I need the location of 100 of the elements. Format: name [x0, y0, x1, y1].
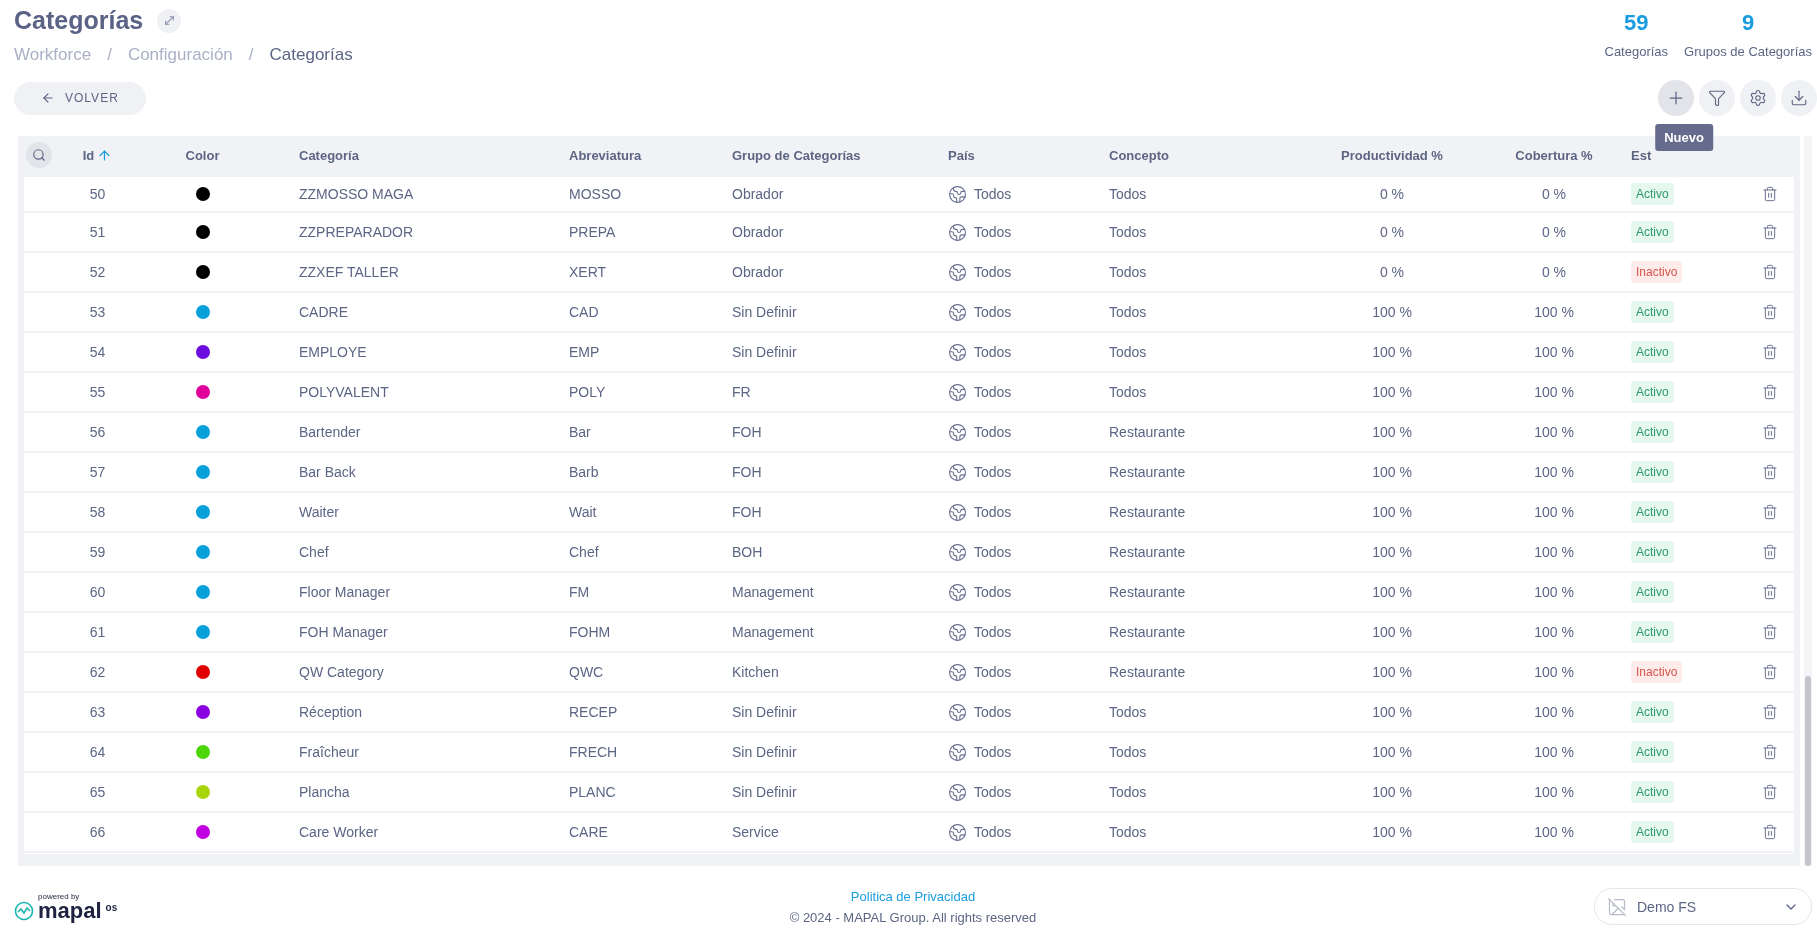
delete-button[interactable]: [1762, 544, 1778, 560]
table-cell: 100 %: [1534, 464, 1574, 480]
delete-button[interactable]: [1762, 744, 1778, 760]
column-header[interactable]: Abreviatura: [560, 147, 642, 163]
table-cell-text: Chef: [298, 544, 329, 560]
delete-button[interactable]: [1762, 504, 1778, 520]
delete-button[interactable]: [1762, 704, 1778, 720]
column-header[interactable]: Cobertura %: [1515, 147, 1593, 163]
table-cell-text: Todos: [1108, 744, 1147, 760]
table-cell-text: RECEP: [568, 704, 618, 720]
column-header[interactable]: Productividad %: [1341, 147, 1443, 163]
delete-button[interactable]: [1762, 584, 1778, 600]
table-cell: 100 %: [1372, 544, 1412, 560]
status-badge: Activo: [1631, 541, 1674, 563]
account-select[interactable]: Demo FS: [1594, 888, 1812, 925]
settings-button[interactable]: [1740, 80, 1776, 116]
table-cell: 100 %: [1372, 304, 1412, 320]
trash-icon: [1762, 304, 1778, 320]
table-cell: 100 %: [1534, 624, 1574, 640]
delete-button[interactable]: [1762, 186, 1778, 202]
column-header[interactable]: País: [945, 147, 975, 163]
delete-button[interactable]: [1762, 784, 1778, 800]
download-icon: [1790, 89, 1808, 107]
delete-button[interactable]: [1762, 304, 1778, 320]
delete-button[interactable]: [1762, 384, 1778, 400]
table-cell: Todos: [974, 584, 1012, 600]
table-cell: 61: [89, 624, 106, 640]
table-cell-text: ZZMOSSO MAGA: [298, 186, 414, 202]
table-cell-text: ZZXEF TALLER: [298, 264, 399, 280]
delete-button[interactable]: [1762, 664, 1778, 680]
status-badge: Activo: [1631, 381, 1674, 403]
table-cell: 100 %: [1372, 784, 1412, 800]
table-cell-text: Service: [731, 824, 779, 840]
breadcrumb-item: Categorías: [269, 45, 353, 65]
table-cell-text: Restaurante: [1108, 544, 1186, 560]
table-cell: 100 %: [1534, 704, 1574, 720]
table-cell-text: Wait: [568, 504, 597, 520]
privacy-link[interactable]: Politica de Privacidad: [850, 888, 976, 904]
table-cell-text: Kitchen: [731, 664, 779, 680]
breadcrumb-separator: /: [107, 45, 112, 65]
filter-button[interactable]: [1699, 80, 1735, 116]
delete-button[interactable]: [1762, 624, 1778, 640]
table-cell: 100 %: [1534, 824, 1574, 840]
stat-label: Categorías: [1604, 44, 1669, 59]
table-cell: Todos: [974, 384, 1012, 400]
table-cell: 0 %: [1379, 186, 1405, 202]
table-cell-text: Todos: [1108, 704, 1147, 720]
table-cell-text: EMPLOYE: [298, 344, 367, 360]
delete-button[interactable]: [1762, 824, 1778, 840]
column-header[interactable]: Categoría: [270, 147, 359, 163]
stat-label: Grupos de Categorías: [1684, 44, 1812, 59]
table-cell-text: FOH: [731, 504, 762, 520]
table-cell: 100 %: [1534, 744, 1574, 760]
table-cell-text: Management: [731, 624, 814, 640]
column-header[interactable]: Grupo de Categorías: [722, 147, 861, 163]
table-cell-text: Todos: [1108, 304, 1147, 320]
table-cell: 0 %: [1541, 186, 1567, 202]
scrollbar[interactable]: [1804, 136, 1812, 866]
globe-icon: [948, 702, 967, 722]
table-cell-text: Floor Manager: [298, 584, 391, 600]
logo-suffix: os: [105, 902, 118, 913]
table-cell-text: Waiter: [298, 504, 339, 520]
search-button[interactable]: [26, 142, 52, 168]
table-cell-text: POLYVALENT: [298, 384, 389, 400]
table-cell: Todos: [974, 704, 1012, 720]
column-header[interactable]: Id: [82, 147, 113, 163]
table-cell-text: Restaurante: [1108, 584, 1186, 600]
table-cell-text: PLANC: [568, 784, 616, 800]
table-cell-text: CAD: [568, 304, 599, 320]
delete-button[interactable]: [1762, 264, 1778, 280]
back-button[interactable]: VOLVER: [14, 81, 146, 115]
trash-icon: [1762, 224, 1778, 240]
table-cell: 100 %: [1534, 424, 1574, 440]
table-cell: 100 %: [1372, 384, 1412, 400]
trash-icon: [1762, 264, 1778, 280]
column-header[interactable]: Color: [185, 147, 220, 163]
add-button[interactable]: [1658, 80, 1694, 116]
status-badge: Activo: [1631, 461, 1674, 483]
download-button[interactable]: [1781, 80, 1817, 116]
table-cell: 55: [89, 384, 106, 400]
table-cell-text: FRECH: [568, 744, 618, 760]
table-cell: 100 %: [1534, 784, 1574, 800]
table-cell-text: Sin Definir: [731, 744, 797, 760]
table-cell: Todos: [974, 264, 1012, 280]
status-badge: Inactivo: [1631, 661, 1683, 683]
column-header[interactable]: Est: [1614, 147, 1652, 163]
status-badge: Activo: [1631, 341, 1674, 363]
expand-button[interactable]: [157, 8, 182, 33]
table-cell: 100 %: [1534, 584, 1574, 600]
delete-button[interactable]: [1762, 464, 1778, 480]
table-cell-text: Restaurante: [1108, 464, 1186, 480]
table-cell-text: Todos: [1108, 784, 1147, 800]
table-cell-text: Obrador: [731, 264, 784, 280]
table-cell: 0 %: [1379, 264, 1405, 280]
delete-button[interactable]: [1762, 344, 1778, 360]
table-cell-text: Réception: [298, 704, 363, 720]
table-cell: 100 %: [1534, 384, 1574, 400]
delete-button[interactable]: [1762, 224, 1778, 240]
column-header[interactable]: Concepto: [1100, 147, 1169, 163]
delete-button[interactable]: [1762, 424, 1778, 440]
